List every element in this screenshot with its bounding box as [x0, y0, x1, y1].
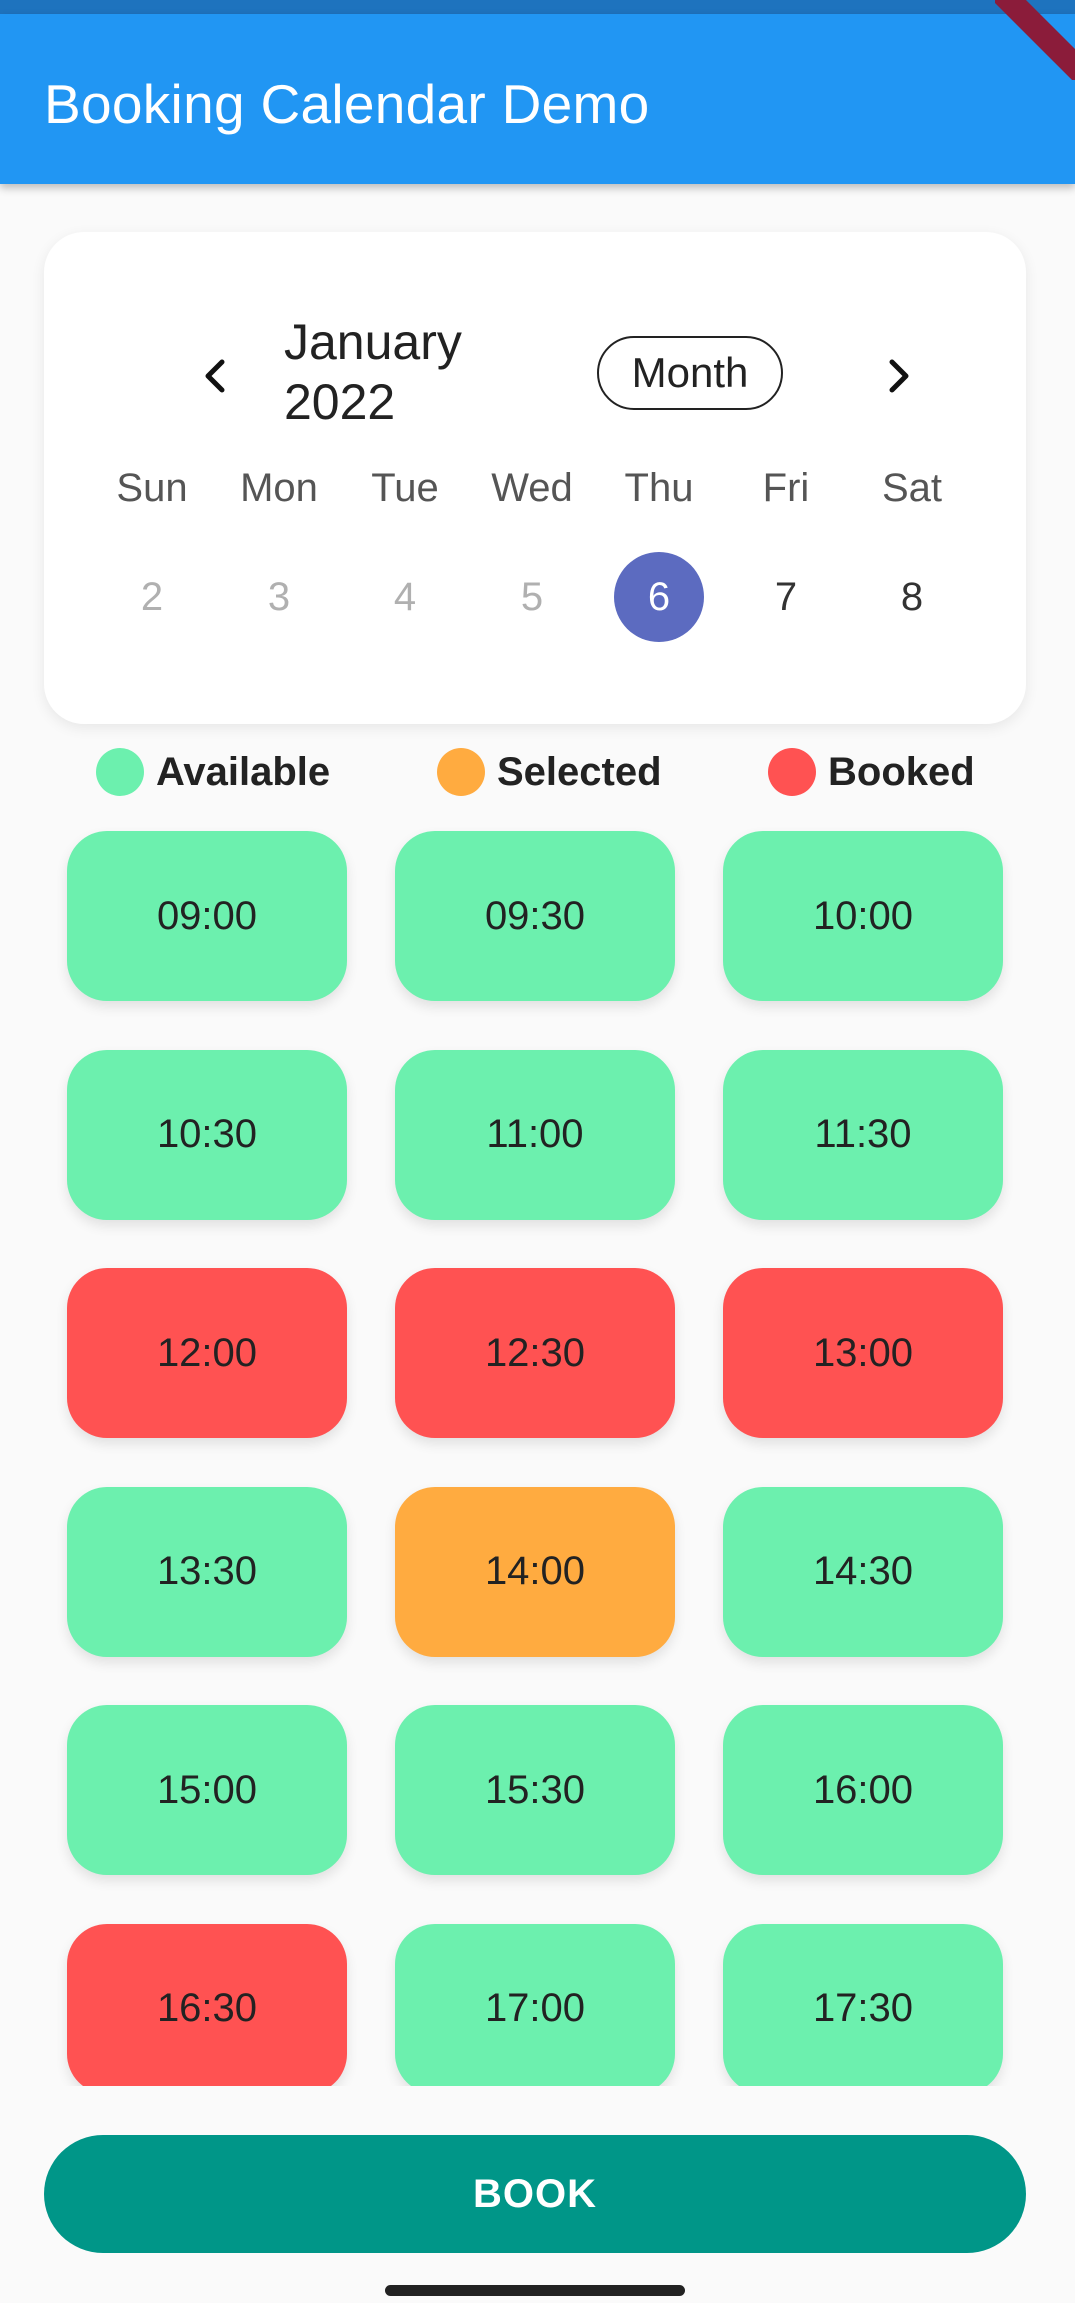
home-indicator	[385, 2285, 685, 2296]
time-slot-booked: 12:30	[395, 1268, 675, 1438]
time-slot-available[interactable]: 16:00	[723, 1705, 1003, 1875]
chevron-right-icon	[889, 359, 909, 393]
time-slot-booked: 12:00	[67, 1268, 347, 1438]
calendar-day: 5	[472, 552, 592, 642]
weekday-label: Fri	[762, 466, 810, 510]
time-slot-available[interactable]: 11:00	[395, 1049, 675, 1220]
weekday-label: Tue	[371, 466, 439, 510]
month-title: January 2022	[284, 314, 462, 430]
legend-item-selected: Selected	[437, 747, 662, 797]
legend-dot-icon	[437, 748, 485, 796]
legend-dot-icon	[96, 748, 144, 796]
book-button[interactable]: BOOK	[44, 2135, 1026, 2253]
calendar-card: January 2022 Month Sun Mon Tue Wed Thu Fri Sat…	[44, 232, 1026, 724]
time-slot-available[interactable]: 10:00	[723, 831, 1003, 1001]
status-bar	[0, 0, 1075, 14]
calendar-day-number: 4	[393, 575, 417, 619]
time-slot-available[interactable]: 10:30	[67, 1049, 347, 1220]
calendar-day-number: 6	[614, 552, 704, 642]
time-slot-selected[interactable]: 14:00	[395, 1486, 675, 1657]
calendar-day-number: 5	[520, 575, 544, 619]
legend-label: Booked	[828, 749, 975, 794]
time-slot-available[interactable]: 13:30	[67, 1486, 347, 1657]
calendar-day[interactable]: 7	[726, 552, 846, 642]
legend-dot-icon	[768, 748, 816, 796]
calendar-day: 4	[345, 552, 465, 642]
time-slot-available[interactable]: 09:30	[395, 831, 675, 1001]
chevron-left-icon	[205, 359, 225, 393]
next-month-button[interactable]	[868, 346, 928, 406]
calendar-day-number: 7	[774, 575, 798, 619]
debug-banner	[995, 0, 1075, 80]
prev-month-button[interactable]	[186, 346, 246, 406]
app-title: Booking Calendar Demo	[44, 73, 650, 135]
time-slot-available[interactable]: 17:30	[723, 1923, 1003, 2086]
legend-label: Selected	[497, 749, 662, 794]
weekday-label: Sat	[881, 466, 943, 510]
calendar-day-number: 3	[267, 575, 291, 619]
calendar-format-button[interactable]: Month	[597, 336, 783, 410]
time-slot-grid: 09:00 09:30 10:00 10:30 11:00 11:30 12:00 12:30…	[0, 810, 1075, 2086]
time-slot-available[interactable]: 17:00	[395, 1923, 675, 2086]
weekday-label: Sun	[116, 466, 188, 510]
time-slot-available[interactable]: 15:00	[67, 1705, 347, 1875]
time-slot-available[interactable]: 15:30	[395, 1705, 675, 1875]
weekday-label: Mon	[240, 466, 318, 510]
time-slot-booked: 13:00	[723, 1268, 1003, 1438]
calendar-day-selected[interactable]: 6	[599, 552, 719, 642]
weekday-label: Thu	[624, 466, 694, 510]
calendar-day-number: 8	[900, 575, 924, 619]
weekday-label: Wed	[491, 466, 573, 510]
app-bar: Booking Calendar Demo	[0, 14, 1075, 184]
calendar-day[interactable]: 8	[852, 552, 972, 642]
legend-label: Available	[156, 749, 331, 794]
time-slot-available[interactable]: 09:00	[67, 831, 347, 1001]
calendar-day-number: 2	[140, 575, 164, 619]
time-slot-available[interactable]: 11:30	[723, 1049, 1003, 1220]
time-slot-booked: 16:30	[67, 1923, 347, 2086]
calendar-day: 2	[92, 552, 212, 642]
legend-item-available: Available	[96, 747, 330, 797]
legend-item-booked: Booked	[768, 747, 975, 797]
calendar-day: 3	[219, 552, 339, 642]
time-slot-available[interactable]: 14:30	[723, 1486, 1003, 1657]
